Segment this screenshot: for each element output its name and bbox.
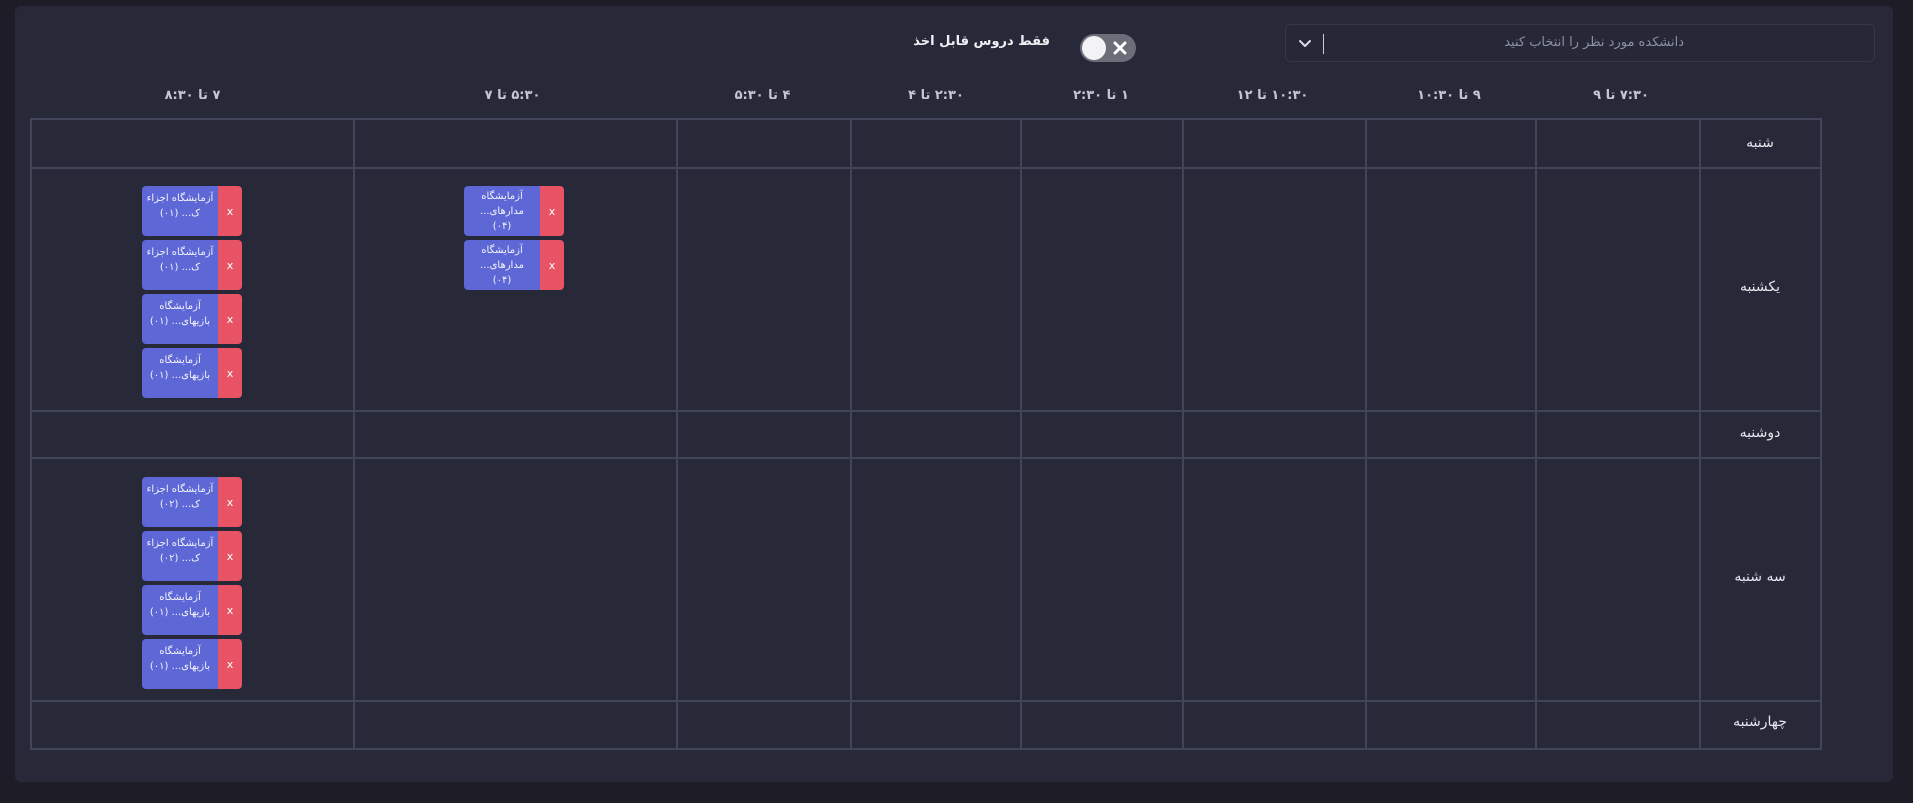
remove-course-button[interactable]: x	[540, 186, 564, 236]
course-chip[interactable]: آزمایشگاه بازیهای... (۰۱) x	[142, 294, 242, 344]
course-chip[interactable]: آزمایشگاه اجزاء ک... (۰۲) x	[142, 531, 242, 581]
course-chip[interactable]: آزمایشگاه اجزاء ک... (۰۲) x	[142, 477, 242, 527]
only-available-label: فقط دروس قابل اخذ	[913, 34, 1050, 49]
remove-course-button[interactable]: x	[218, 186, 242, 236]
remove-course-button[interactable]: x	[218, 240, 242, 290]
remove-course-button[interactable]: x	[218, 531, 242, 581]
time-slot-header: ۵:۳۰ تا ۷	[484, 88, 541, 103]
day-label-tuesday: سه شنبه	[1734, 569, 1786, 585]
course-chip[interactable]: آزمایشگاه اجزاء ک... (۰۱) x	[142, 240, 242, 290]
course-chip[interactable]: آزمایشگاه مدارهای... (۰۴) x	[464, 240, 564, 290]
select-separator	[1323, 34, 1324, 54]
course-chip[interactable]: آزمایشگاه بازیهای... (۰۱) x	[142, 348, 242, 398]
remove-course-button[interactable]: x	[218, 477, 242, 527]
day-label-sunday: یکشنبه	[1739, 279, 1781, 295]
close-icon	[1113, 41, 1127, 55]
chevron-down-icon[interactable]	[1296, 34, 1314, 52]
remove-course-button[interactable]: x	[218, 294, 242, 344]
remove-course-button[interactable]: x	[218, 585, 242, 635]
time-slot-header: ۷:۳۰ تا ۹	[1593, 88, 1649, 103]
time-slot-header: ۱ تا ۲:۳۰	[1073, 88, 1129, 103]
day-label-monday: دوشنبه	[1739, 425, 1781, 441]
time-slot-header: ۷ تا ۸:۳۰	[164, 88, 221, 103]
course-chip[interactable]: آزمایشگاه مدارهای... (۰۴) x	[464, 186, 564, 236]
only-available-toggle[interactable]	[1080, 34, 1136, 62]
day-label-saturday: شنبه	[1746, 135, 1774, 151]
course-chip[interactable]: آزمایشگاه بازیهای... (۰۱) x	[142, 639, 242, 689]
time-slot-header: ۴ تا ۵:۳۰	[734, 88, 791, 103]
time-slot-header: ۹ تا ۱۰:۳۰	[1417, 88, 1481, 103]
course-chip[interactable]: آزمایشگاه اجزاء ک... (۰۱) x	[142, 186, 242, 236]
faculty-select-placeholder: دانشکده مورد نظر را انتخاب کنید	[1504, 35, 1684, 50]
remove-course-button[interactable]: x	[218, 348, 242, 398]
course-chip[interactable]: آزمایشگاه بازیهای... (۰۱) x	[142, 585, 242, 635]
time-slot-header: ۱۰:۳۰ تا ۱۲	[1236, 88, 1309, 103]
schedule-grid: شنبه یکشنبه دوشنبه سه شنبه چهارشنبه	[30, 118, 1822, 750]
remove-course-button[interactable]: x	[218, 639, 242, 689]
day-label-wednesday: چهارشنبه	[1733, 714, 1787, 730]
toggle-knob	[1082, 36, 1106, 60]
remove-course-button[interactable]: x	[540, 240, 564, 290]
time-slot-header: ۲:۳۰ تا ۴	[908, 88, 964, 103]
faculty-select[interactable]: دانشکده مورد نظر را انتخاب کنید	[1285, 24, 1875, 62]
